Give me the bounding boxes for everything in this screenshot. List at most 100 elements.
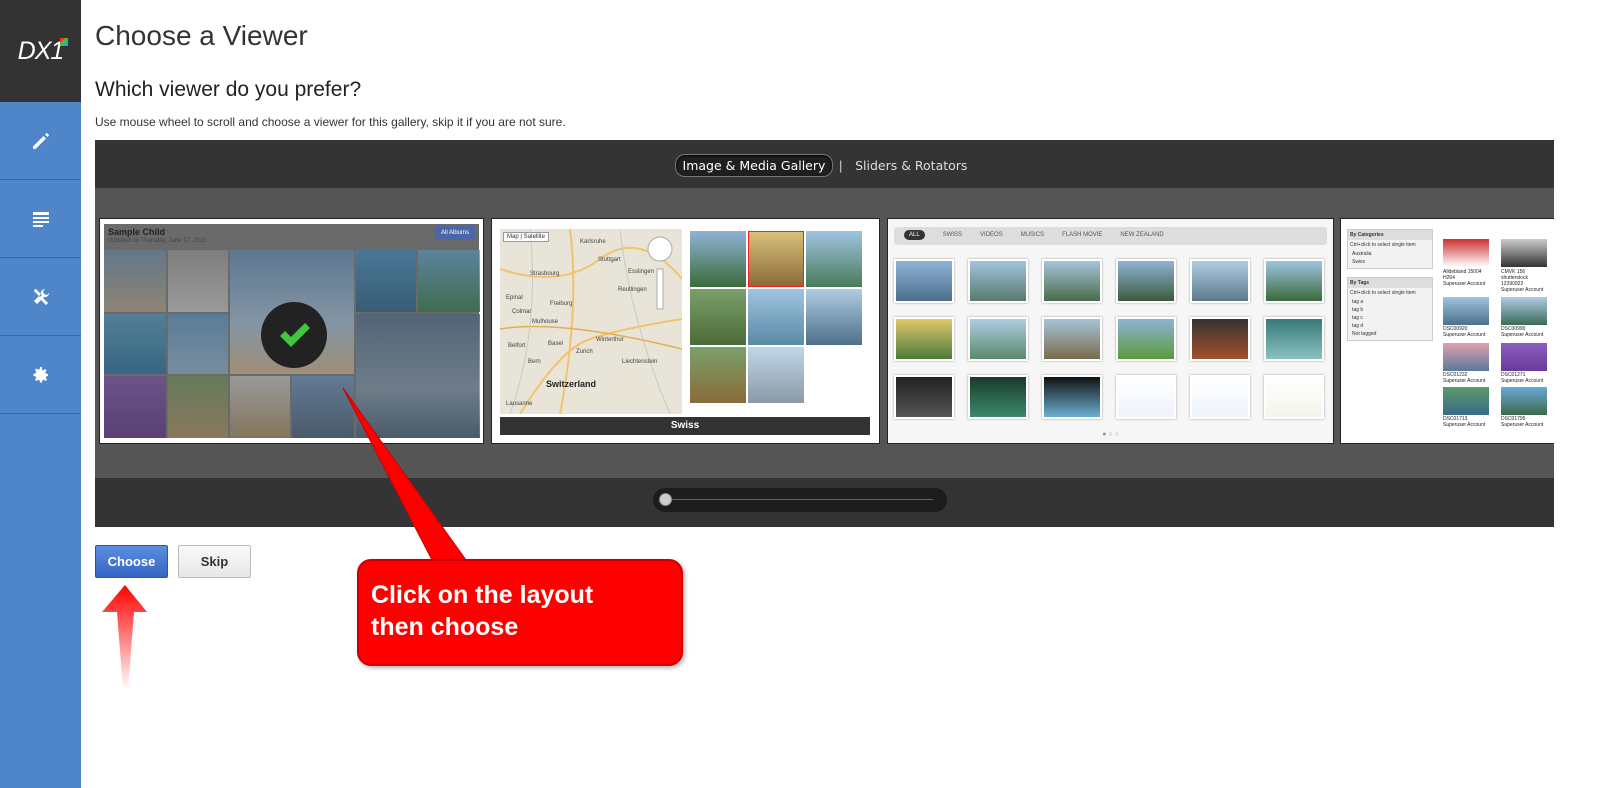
tag-item: tag d bbox=[1352, 323, 1364, 329]
filter-videos: VIDEOS bbox=[980, 232, 1003, 238]
page-title: Choose a Viewer bbox=[95, 20, 308, 51]
media-thumb bbox=[1443, 387, 1489, 415]
categories-panel-title: By Categories bbox=[1348, 230, 1432, 240]
media-caption: DSC01232 Superuser Account bbox=[1443, 372, 1491, 384]
pagination-dots: ● ○ ○ bbox=[1102, 431, 1119, 438]
media-caption-owner: Superuser Account bbox=[1501, 422, 1544, 428]
up-arrow-icon bbox=[102, 585, 147, 690]
map-preview: Map | Satellite Karlsruhe Stuttgart Stra… bbox=[500, 229, 682, 414]
skip-button[interactable]: Skip bbox=[178, 545, 251, 578]
media-caption: DSC01795 Superuser Account bbox=[1501, 416, 1549, 428]
list-icon bbox=[32, 211, 49, 227]
photo-tile bbox=[748, 289, 804, 345]
filter-menu: ALL SWISS VIDEOS MUSICS FLASH MOVIE NEW ZEALA… bbox=[894, 227, 1327, 245]
map-city-label: Colmar bbox=[512, 309, 532, 315]
categories-panel: By Categories Ctrl+click to select singl… bbox=[1347, 229, 1433, 269]
album-title: Sample Child bbox=[108, 227, 166, 237]
media-caption: Alldebland 15004 H264 Superuser Account bbox=[1443, 269, 1491, 287]
video-thumb bbox=[894, 375, 954, 419]
viewer-card-grid[interactable]: ALL SWISS VIDEOS MUSICS FLASH MOVIE NEW ZEALA… bbox=[887, 218, 1334, 444]
viewer-card-map[interactable]: Map | Satellite Karlsruhe Stuttgart Stra… bbox=[491, 218, 880, 444]
media-caption: DSC01271 Superuser Account bbox=[1501, 372, 1549, 384]
callout-text: Click on the layout then choose bbox=[371, 579, 593, 643]
map-city-label: Stuttgart bbox=[598, 257, 621, 263]
tab-sliders-rotators[interactable]: Sliders & Rotators bbox=[848, 155, 974, 176]
media-thumb bbox=[1501, 297, 1547, 325]
music-note-icon bbox=[1116, 375, 1176, 419]
viewer-carousel[interactable]: Image & Media Gallery | Sliders & Rotato… bbox=[95, 140, 1554, 527]
map-city-label: Reutlingen bbox=[618, 287, 647, 293]
photo-tile bbox=[748, 347, 804, 403]
media-caption-title: Alldebland 15004 H264 bbox=[1443, 269, 1482, 281]
media-caption: DSC00920 Superuser Account bbox=[1443, 326, 1491, 338]
album-subtitle: Updated on Thursday, June 17, 2010 bbox=[108, 238, 207, 244]
tools-icon bbox=[33, 288, 49, 305]
sidebar-item-edit[interactable] bbox=[0, 102, 81, 180]
callout-line-1: Click on the layout bbox=[371, 581, 594, 609]
tab-image-media-gallery[interactable]: Image & Media Gallery bbox=[674, 154, 834, 177]
viewer-question: Which viewer do you prefer? bbox=[95, 78, 362, 101]
sidebar-item-settings[interactable] bbox=[0, 336, 81, 414]
map-country-label: Switzerland bbox=[546, 379, 597, 389]
photo-tile bbox=[748, 231, 804, 287]
category-item: Australia bbox=[1352, 251, 1372, 257]
grid-thumb bbox=[894, 259, 954, 303]
media-thumb bbox=[1443, 239, 1489, 267]
map-city-label: Epinal bbox=[506, 295, 523, 301]
map-city-label: Basel bbox=[548, 341, 564, 347]
media-caption: CMVK 156 shutterstock 12390922 Superuser … bbox=[1501, 269, 1549, 293]
media-caption-owner: Superuser Account bbox=[1443, 332, 1486, 338]
category-item: Swiss bbox=[1352, 259, 1366, 265]
slider-handle[interactable] bbox=[659, 493, 672, 506]
viewer-card-categories[interactable]: By Categories Ctrl+click to select singl… bbox=[1340, 218, 1554, 444]
gallery-name: Swiss bbox=[670, 420, 700, 431]
grid-thumb bbox=[1190, 259, 1250, 303]
grid-thumb bbox=[1042, 317, 1102, 361]
carousel-slider[interactable] bbox=[653, 488, 947, 512]
grid-thumb bbox=[894, 317, 954, 361]
tag-item: Not tagged bbox=[1352, 331, 1377, 337]
media-thumb bbox=[1501, 239, 1547, 267]
media-caption: DSC00990 Superuser Account bbox=[1501, 326, 1549, 338]
map-type-button: Map | Satellite bbox=[503, 232, 549, 242]
media-caption-owner: Superuser Account bbox=[1443, 378, 1486, 384]
grid-thumb bbox=[1116, 317, 1176, 361]
photo-tile bbox=[690, 347, 746, 403]
filter-swiss: SWISS bbox=[942, 232, 963, 238]
tab-separator: | bbox=[839, 158, 843, 173]
photo-tile bbox=[806, 231, 862, 287]
media-caption-owner: Superuser Account bbox=[1501, 378, 1544, 384]
satellite-button-label: Satellite bbox=[523, 234, 545, 240]
map-gallery-bar: Swiss bbox=[500, 417, 870, 435]
media-caption-owner: Superuser Account bbox=[1501, 332, 1544, 338]
grid-thumb bbox=[1264, 317, 1324, 361]
video-thumb bbox=[968, 375, 1028, 419]
sidebar-item-tools[interactable] bbox=[0, 258, 81, 336]
media-caption-owner: Superuser Account bbox=[1443, 422, 1486, 428]
dx1-logo[interactable]: DX1 bbox=[0, 0, 81, 102]
music-note-icon bbox=[1190, 375, 1250, 419]
map-city-label: Winterthur bbox=[596, 337, 624, 343]
tag-item: tag b bbox=[1352, 307, 1364, 313]
filter-all: ALL bbox=[904, 230, 925, 240]
map-city-label: Lausanne bbox=[506, 401, 533, 407]
map-city-label: Liechtenstein bbox=[622, 359, 658, 365]
checkmark-icon bbox=[261, 302, 327, 368]
categories-hint: Ctrl+click to select single item bbox=[1350, 242, 1416, 248]
viewer-card-album[interactable]: Sample Child Updated on Thursday, June 1… bbox=[99, 218, 484, 444]
sidebar-item-layout[interactable] bbox=[0, 180, 81, 258]
photo-tile bbox=[690, 231, 746, 287]
choose-button[interactable]: Choose bbox=[95, 545, 168, 578]
map-city-label: Belfort bbox=[508, 343, 526, 349]
map-city-label: Zurich bbox=[576, 349, 593, 355]
logo-text: DX1 bbox=[17, 36, 65, 65]
grid-thumb bbox=[1190, 317, 1250, 361]
media-caption: DSC01713 Superuser Account bbox=[1443, 416, 1491, 428]
filter-new-zealand: NEW ZEALAND bbox=[1120, 232, 1164, 238]
viewer-tabs: Image & Media Gallery | Sliders & Rotato… bbox=[95, 154, 1554, 177]
logo-cube-icon bbox=[60, 38, 68, 46]
grid-thumb bbox=[968, 317, 1028, 361]
map-city-label: Esslingen bbox=[628, 269, 655, 275]
media-thumb bbox=[1443, 297, 1489, 325]
tags-panel: By Tags Ctrl+click to select single item… bbox=[1347, 277, 1433, 341]
